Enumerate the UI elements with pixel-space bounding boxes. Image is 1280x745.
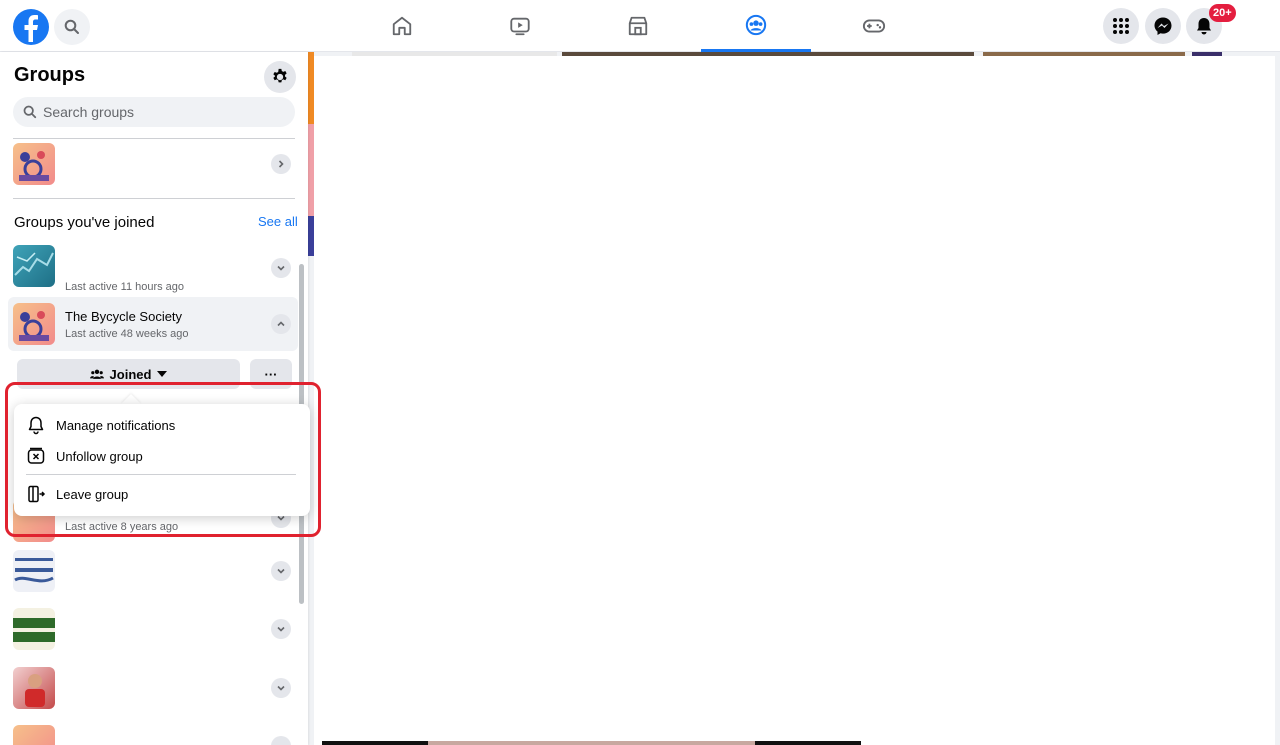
chevron-down-icon[interactable] (271, 678, 291, 698)
divider (13, 198, 295, 199)
messenger-icon[interactable] (1145, 8, 1181, 44)
divider (13, 138, 295, 139)
nav-watch[interactable] (465, 0, 575, 52)
cover-image-strip (322, 741, 428, 745)
chevron-down-icon[interactable] (271, 619, 291, 639)
group-thumbnail[interactable] (13, 725, 55, 745)
nav-marketplace[interactable] (583, 0, 693, 52)
nav-gaming[interactable] (819, 0, 929, 52)
cover-image-strip (755, 741, 861, 745)
group-name[interactable]: The Bycycle Society (65, 309, 182, 324)
nav-home[interactable] (347, 0, 457, 52)
sidebar-title: Groups (14, 64, 86, 86)
home-icon (392, 16, 412, 36)
search-icon[interactable] (54, 9, 90, 45)
nav-groups[interactable] (701, 0, 811, 52)
group-thumbnail[interactable] (13, 143, 55, 185)
group-last-active: Last active 48 weeks ago (65, 328, 189, 340)
cover-image-strip (428, 741, 755, 745)
chevron-right-icon[interactable] (271, 154, 291, 174)
search-groups-placeholder: Search groups (43, 104, 135, 120)
main-content-panel (314, 56, 1276, 745)
group-thumbnail[interactable] (13, 303, 55, 345)
group-thumbnail[interactable] (13, 608, 55, 650)
facebook-logo-icon[interactable] (13, 9, 49, 45)
top-navigation-bar: 20+ (0, 0, 1280, 52)
group-thumbnail[interactable] (13, 245, 55, 287)
joined-label: Joined (109, 366, 152, 382)
page-scrollbar[interactable] (1275, 52, 1280, 745)
video-icon (510, 17, 530, 36)
caret-down-icon (157, 371, 168, 377)
notifications-badge: 20+ (1209, 4, 1236, 22)
settings-gear-icon[interactable] (264, 61, 296, 93)
group-thumbnail[interactable] (13, 550, 55, 592)
chevron-up-icon[interactable] (271, 314, 291, 334)
gaming-icon (862, 19, 886, 33)
chevron-down-icon[interactable] (271, 561, 291, 581)
chevron-down-icon[interactable] (271, 258, 291, 278)
chevron-down-icon[interactable] (271, 736, 291, 745)
search-icon (23, 105, 37, 119)
section-title: Groups you've joined (14, 214, 155, 231)
marketplace-icon (628, 16, 648, 36)
search-groups-input[interactable]: Search groups (13, 97, 295, 127)
see-all-link[interactable]: See all (258, 214, 298, 229)
menu-grid-icon[interactable] (1103, 8, 1139, 44)
people-icon (89, 369, 104, 379)
group-last-active: Last active 11 hours ago (65, 281, 185, 293)
highlight-annotation-box (5, 382, 321, 537)
group-thumbnail[interactable] (13, 667, 55, 709)
groups-icon (745, 14, 767, 35)
